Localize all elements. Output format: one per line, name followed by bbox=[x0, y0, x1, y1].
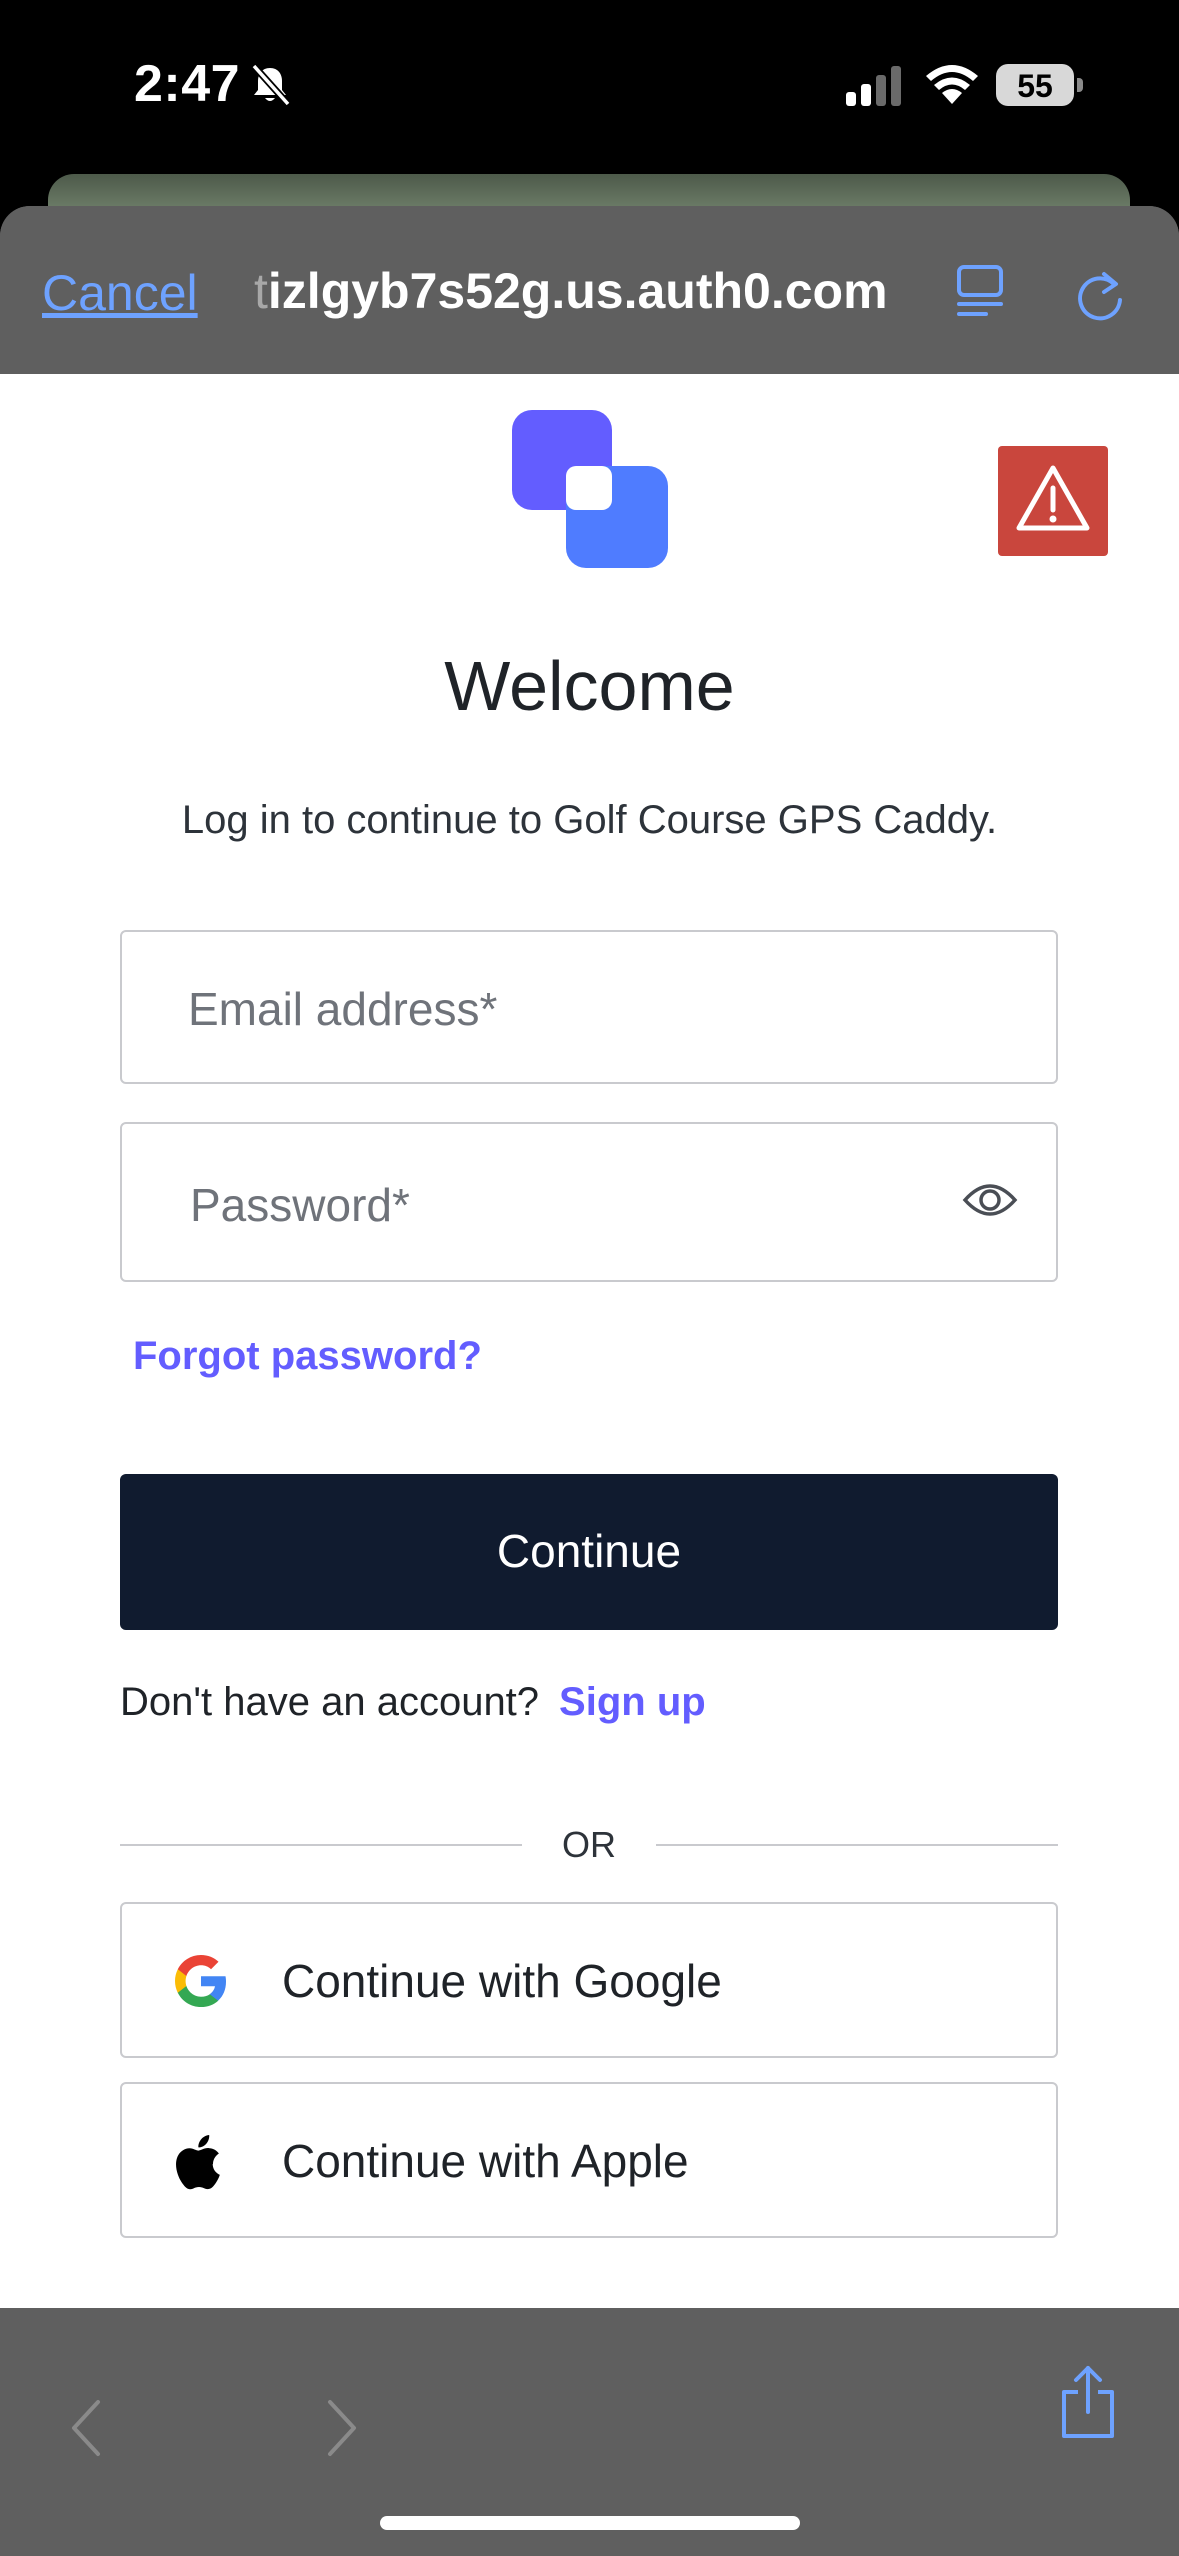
email-field[interactable]: Email address* bbox=[120, 930, 1058, 1084]
email-placeholder: Email address* bbox=[188, 983, 498, 1035]
signup-prompt: Don't have an account? bbox=[120, 1680, 540, 1724]
back-icon[interactable] bbox=[66, 2396, 106, 2465]
page-title: Welcome bbox=[444, 647, 735, 725]
signup-row: Don't have an account? Sign up bbox=[120, 1680, 706, 1725]
apple-login-button[interactable]: Continue with Apple bbox=[120, 2082, 1058, 2238]
cancel-button[interactable]: Cancel bbox=[42, 264, 198, 322]
auth-sheet: Cancel tizlgyb7s52g.us.auth0.com Welcome… bbox=[0, 206, 1179, 2556]
apple-icon bbox=[172, 2132, 230, 2197]
signup-link[interactable]: Sign up bbox=[559, 1680, 706, 1724]
password-placeholder: Password* bbox=[190, 1179, 410, 1231]
google-login-button[interactable]: Continue with Google bbox=[120, 1902, 1058, 2058]
status-bar: 2:47 55 bbox=[0, 0, 1179, 160]
url-faded-prefix: t bbox=[254, 263, 268, 319]
browser-toolbar: Cancel tizlgyb7s52g.us.auth0.com bbox=[0, 206, 1179, 374]
signal-icon bbox=[846, 66, 906, 111]
battery-level: 55 bbox=[1017, 68, 1053, 104]
page-subtitle: Log in to continue to Golf Course GPS Ca… bbox=[181, 798, 998, 842]
warning-icon[interactable] bbox=[998, 446, 1108, 556]
reload-icon[interactable] bbox=[1074, 264, 1128, 329]
url-text: izlgyb7s52g.us.auth0.com bbox=[267, 263, 888, 319]
divider-text: OR bbox=[562, 1824, 616, 1865]
home-indicator[interactable] bbox=[380, 2516, 800, 2530]
wifi-icon bbox=[924, 60, 980, 109]
share-icon[interactable] bbox=[1058, 2364, 1118, 2445]
url-display: tizlgyb7s52g.us.auth0.com bbox=[254, 262, 888, 320]
status-time: 2:47 bbox=[134, 55, 241, 113]
google-button-label: Continue with Google bbox=[282, 1955, 722, 2007]
forward-icon[interactable] bbox=[322, 2396, 362, 2465]
reader-icon[interactable] bbox=[956, 264, 1006, 323]
apple-button-label: Continue with Apple bbox=[282, 2135, 689, 2187]
continue-button[interactable]: Continue bbox=[120, 1474, 1058, 1630]
bell-slash-icon bbox=[248, 62, 292, 111]
or-divider: OR bbox=[120, 1816, 1058, 1876]
eye-icon[interactable] bbox=[962, 1178, 1018, 1227]
password-field[interactable]: Password* bbox=[120, 1122, 1058, 1282]
app-logo-icon bbox=[512, 410, 668, 575]
continue-button-label: Continue bbox=[496, 1525, 682, 1577]
login-page: Welcome Log in to continue to Golf Cours… bbox=[0, 374, 1179, 2308]
google-icon bbox=[172, 1952, 230, 2015]
forgot-password-link[interactable]: Forgot password? bbox=[133, 1334, 482, 1379]
